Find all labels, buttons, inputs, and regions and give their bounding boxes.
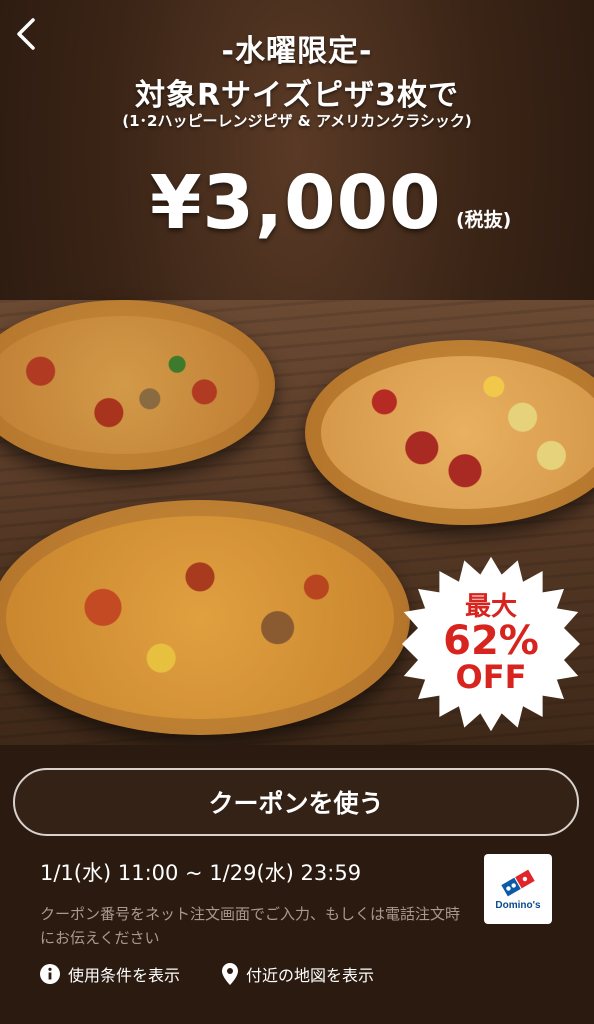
tax-note: (税抜) bbox=[456, 209, 512, 231]
headline-offer: 対象Rサイズピザ3枚で bbox=[134, 78, 460, 113]
map-pin-icon bbox=[222, 963, 238, 985]
logo-text: Domino's bbox=[495, 899, 541, 911]
badge-line-max: 最大 bbox=[464, 592, 517, 623]
price-text: ¥3,000 bbox=[150, 160, 442, 246]
coupon-instructions: クーポン番号をネット注文画面でご入力、もしくは電話注文時にお伝えください bbox=[40, 905, 461, 947]
terms-link-label: 使用条件を表示 bbox=[68, 966, 181, 985]
headline-target-items: (1･2ハッピーレンジピザ & アメリカンクラシック) bbox=[122, 112, 472, 130]
dominos-logo: Domino's bbox=[484, 854, 552, 924]
headline-wednesday: -水曜限定- bbox=[221, 34, 373, 69]
discount-badge-text: 最大 62% OFF bbox=[402, 555, 580, 733]
use-coupon-button[interactable]: クーポンを使う bbox=[13, 768, 579, 836]
show-map-link[interactable]: 付近の地図を表示 bbox=[222, 962, 374, 986]
badge-line-percent: 62% bbox=[443, 617, 539, 664]
dominos-logo-icon bbox=[499, 867, 537, 898]
info-icon bbox=[40, 964, 60, 984]
badge-line-off: OFF bbox=[455, 658, 527, 697]
map-link-label: 付近の地図を表示 bbox=[246, 966, 375, 985]
pizza-image-front bbox=[0, 500, 410, 735]
coupon-hero-image: 最大 62% OFF -水曜限定- 対象Rサイズピザ3枚で (1･2ハッピーレン… bbox=[0, 0, 594, 745]
valid-period: 1/1(水) 11:00 ~ 1/29(水) 23:59 bbox=[40, 861, 362, 885]
show-terms-link[interactable]: 使用条件を表示 bbox=[40, 962, 180, 986]
